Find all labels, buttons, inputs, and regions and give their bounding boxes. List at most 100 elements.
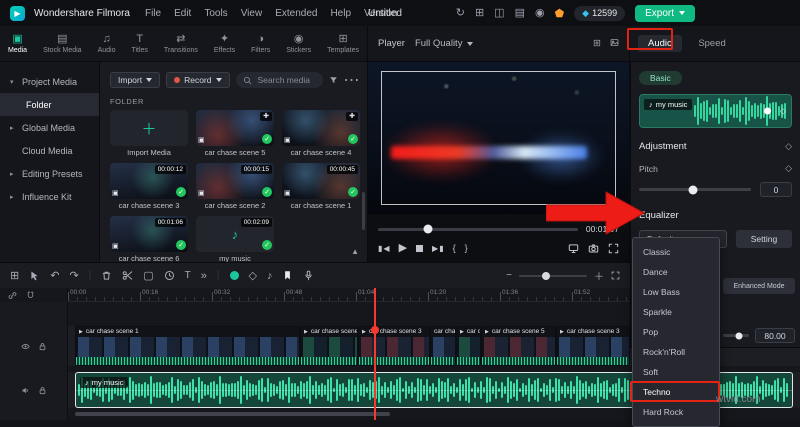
equalizer-option-soft[interactable]: Soft xyxy=(633,362,719,382)
keyframe-icon[interactable]: ◇ xyxy=(785,163,792,174)
slider-handle[interactable] xyxy=(735,332,742,339)
sync-icon[interactable]: ↻ xyxy=(456,8,465,19)
equalizer-option-classic[interactable]: Classic xyxy=(633,242,719,262)
timeline-video-clip[interactable]: ▶car chase scene 1 xyxy=(75,326,300,366)
stop-button[interactable] xyxy=(416,245,423,252)
snapshot-camera-icon[interactable] xyxy=(588,243,599,254)
tab-filters[interactable]: ◑Filters xyxy=(251,34,270,54)
timeline-zoom-slider[interactable] xyxy=(519,275,587,277)
redo-icon[interactable]: ↷ xyxy=(69,269,78,282)
tab-stickers[interactable]: ◉Stickers xyxy=(286,34,311,54)
tab-titles[interactable]: TTitles xyxy=(131,34,147,54)
eye-icon[interactable] xyxy=(21,342,30,351)
media-item[interactable]: 00:00:15▣✓ car chase scene 2 xyxy=(196,163,274,210)
denoise-value-field[interactable]: 80.00 xyxy=(755,328,795,343)
account-icon[interactable]: ◉ xyxy=(535,8,545,19)
sidebar-item-project-media[interactable]: ▾Project Media xyxy=(0,70,99,93)
mark-in-button[interactable]: { xyxy=(453,244,456,253)
record-button[interactable]: Record xyxy=(166,72,229,88)
menu-help[interactable]: Help xyxy=(330,8,351,19)
sidebar-item-global-media[interactable]: ▸Global Media xyxy=(0,116,99,139)
media-item[interactable]: 00:01:06▣✓ car chase scene 6 xyxy=(110,216,188,262)
lock-icon[interactable] xyxy=(38,342,47,351)
dual-screen-icon[interactable]: ◫ xyxy=(494,8,504,19)
sidebar-item-folder[interactable]: Folder xyxy=(0,93,99,116)
tab-templates[interactable]: ⊞Templates xyxy=(327,34,359,54)
basic-subtab[interactable]: Basic xyxy=(639,71,682,85)
media-item[interactable]: ✚▣✓ car chase scene 4 xyxy=(282,110,360,157)
tab-transitions[interactable]: ⇄Transitions xyxy=(164,34,198,54)
speaker-icon[interactable] xyxy=(21,386,30,395)
crop-icon[interactable]: ▢ xyxy=(143,269,153,282)
media-item-audio[interactable]: ♪00:02:09✓ my music xyxy=(196,216,274,262)
tab-media[interactable]: ▣Media xyxy=(8,34,27,54)
pointer-tool-icon[interactable] xyxy=(29,270,40,281)
volume-keyframe-handle[interactable] xyxy=(764,108,771,115)
search-media-box[interactable] xyxy=(236,72,323,88)
selected-audio-clip[interactable]: ♪my music ◇ xyxy=(639,94,792,128)
export-button[interactable]: Export xyxy=(635,5,695,22)
filter-icon[interactable] xyxy=(329,76,338,85)
quality-dropdown[interactable]: Full Quality xyxy=(415,38,474,49)
timeline-video-clip[interactable]: car chase scene 6 xyxy=(430,326,456,366)
denoise-slider[interactable] xyxy=(723,334,749,337)
equalizer-option-low-bass[interactable]: Low Bass xyxy=(633,282,719,302)
menu-file[interactable]: File xyxy=(145,8,161,19)
keyframe-icon[interactable]: ◇ xyxy=(785,141,792,152)
transform-frame[interactable] xyxy=(381,71,616,205)
tab-effects[interactable]: ✦Effects xyxy=(214,34,235,54)
text-tool-icon[interactable]: T xyxy=(185,270,191,281)
credits-badge[interactable]: ◆ 12599 xyxy=(574,6,625,21)
delete-icon[interactable] xyxy=(101,270,112,281)
equalizer-option-sparkle[interactable]: Sparkle xyxy=(633,302,719,322)
render-icon[interactable]: ♪ xyxy=(267,270,273,282)
link-icon[interactable] xyxy=(8,291,17,300)
timeline-video-clip[interactable]: ▶car chase scene 4 xyxy=(300,326,358,366)
track-manage-icon[interactable]: ⊞ xyxy=(10,269,19,282)
mirror-screen-icon[interactable] xyxy=(568,243,579,254)
menu-extended[interactable]: Extended xyxy=(275,8,317,19)
next-frame-button[interactable]: ▶▮ xyxy=(432,244,444,253)
media-item[interactable]: 00:00:12▣✓ car chase scene 3 xyxy=(110,163,188,210)
media-scrollbar[interactable] xyxy=(362,192,365,230)
magnet-icon[interactable] xyxy=(26,291,35,300)
pitch-value-field[interactable]: 0 xyxy=(760,182,792,197)
equalizer-setting-button[interactable]: Setting xyxy=(736,230,792,248)
equalizer-option-rocknroll[interactable]: Rock'n'Roll xyxy=(633,342,719,362)
marker-icon[interactable] xyxy=(282,270,293,281)
timeline-video-clip[interactable]: ▶car chase scene 2 xyxy=(456,326,481,366)
sidebar-item-editing-presets[interactable]: ▸Editing Presets xyxy=(0,162,99,185)
timeline-scrollbar[interactable] xyxy=(75,412,390,416)
snapshot-view-icon[interactable] xyxy=(610,38,619,49)
zoom-in-icon[interactable]: ＋ xyxy=(594,268,604,283)
keyframe-icon[interactable]: ◇ xyxy=(780,107,786,116)
timeline-video-clip[interactable]: ▶car chase scene 3 xyxy=(556,326,630,366)
add-badge-icon[interactable]: ✚ xyxy=(260,112,272,121)
menu-view[interactable]: View xyxy=(241,8,263,19)
lock-icon[interactable] xyxy=(38,386,47,395)
more-tools-icon[interactable]: » xyxy=(201,270,207,282)
equalizer-option-pop[interactable]: Pop xyxy=(633,322,719,342)
media-item[interactable]: 00:00:45▣✓ car chase scene 1 xyxy=(282,163,360,210)
equalizer-option-dance[interactable]: Dance xyxy=(633,262,719,282)
zoom-handle[interactable] xyxy=(542,272,550,280)
gem-icon[interactable]: ⬟ xyxy=(555,7,565,20)
tab-stock-media[interactable]: ▤Stock Media xyxy=(43,34,82,54)
media-item[interactable]: ✚▣✓ car chase scene 5 xyxy=(196,110,274,157)
sidebar-item-influence-kit[interactable]: ▸Influence Kit xyxy=(0,185,99,208)
tab-speed-properties[interactable]: Speed xyxy=(688,35,735,52)
playhead[interactable] xyxy=(374,288,376,420)
pitch-slider[interactable] xyxy=(639,188,751,191)
import-button[interactable]: Import xyxy=(110,72,160,88)
more-options-icon[interactable]: ⋯ xyxy=(344,70,360,90)
layout-icon[interactable]: ⊞ xyxy=(475,8,484,19)
menu-edit[interactable]: Edit xyxy=(174,8,191,19)
slider-handle[interactable] xyxy=(688,185,697,194)
previous-frame-button[interactable]: ▮◀ xyxy=(378,244,390,253)
speed-icon[interactable] xyxy=(164,270,175,281)
zoom-out-icon[interactable]: − xyxy=(506,270,512,281)
undo-icon[interactable]: ↶ xyxy=(50,269,59,282)
chroma-key-icon[interactable] xyxy=(230,271,239,280)
menu-tools[interactable]: Tools xyxy=(204,8,227,19)
tab-audio[interactable]: ♫Audio xyxy=(98,34,116,54)
